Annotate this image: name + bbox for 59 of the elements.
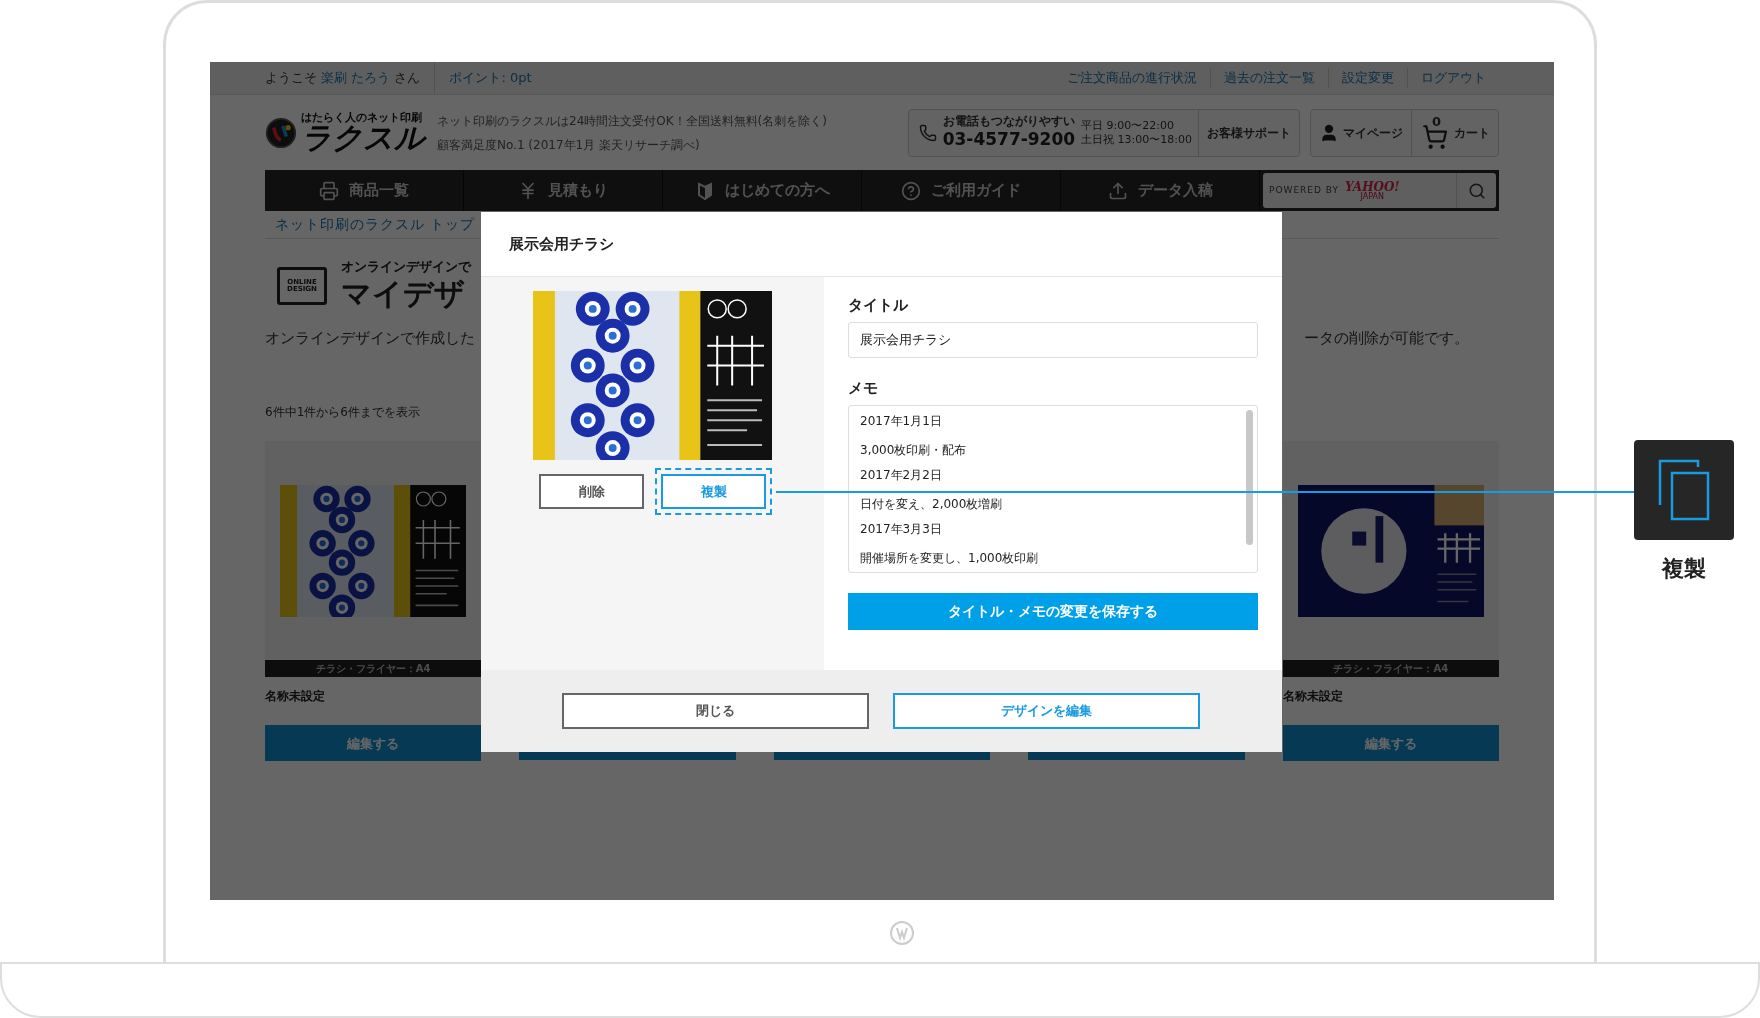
memo-date: 2017年2月2日: [860, 468, 943, 483]
mypage-link[interactable]: マイページ: [1311, 109, 1411, 156]
yahoo-japan-text: JAPAN: [1360, 192, 1385, 201]
title-input[interactable]: 展示会用チラシ: [848, 322, 1258, 358]
logo-wordmark: ラクスル: [301, 123, 425, 153]
edit-button[interactable]: 編集する: [1282, 725, 1499, 762]
scrollbar-thumb[interactable]: [1246, 410, 1253, 545]
logo-tagline: はたらく人のネット印刷: [301, 112, 423, 123]
page-subtitle: オンラインデザインで: [341, 259, 471, 276]
greeting-text: ようこそ 楽刷 たろう さん: [265, 69, 421, 88]
delete-button[interactable]: 削除: [539, 474, 644, 509]
header-notice: 顧客満足度No.1 (2017年1月 楽天リサーチ調べ): [437, 136, 701, 154]
copy-icon: [1658, 459, 1710, 521]
printer-icon: [319, 180, 339, 201]
field-label: メモ: [848, 378, 879, 398]
nav-item[interactable]: 商品一覧: [265, 170, 464, 211]
phone-hours: 平日 9:00〜22:00: [1081, 118, 1175, 133]
memo-textarea[interactable]: 2017年1月1日 3,000枚印刷・配布 2017年2月2日 日付を変え、2,000枚増刷 2017年3月3日 開催場所を変更し、1,000枚印刷: [848, 405, 1258, 573]
design-name: 名称未設定: [1282, 688, 1344, 706]
close-button[interactable]: 閉じる: [562, 693, 869, 729]
laptop-logo-icon: [889, 920, 915, 946]
cart-count: 0: [1432, 112, 1442, 131]
cart-link[interactable]: 0 カート: [1411, 109, 1498, 156]
account-link[interactable]: 設定変更: [1328, 68, 1407, 88]
field-label: タイトル: [848, 295, 909, 315]
edit-design-button[interactable]: デザインを編集: [893, 693, 1200, 729]
nav-item[interactable]: ご利用ガイド: [862, 170, 1061, 211]
nav-item[interactable]: データ入稿: [1061, 170, 1260, 211]
phone-hours: 土日祝 13:00〜18:00: [1081, 132, 1192, 147]
upload-icon: [1107, 180, 1128, 201]
dialog-title: 展示会用チラシ: [509, 233, 614, 255]
user-icon: [1319, 122, 1339, 143]
nav-item[interactable]: 見積もり: [464, 170, 663, 211]
save-button[interactable]: タイトル・メモの変更を保存する: [848, 593, 1258, 630]
memo-text: 開催場所を変更し、1,000枚印刷: [860, 551, 1040, 566]
memo-date: 2017年1月1日: [860, 414, 943, 429]
support-link[interactable]: お客様サポート: [1198, 109, 1299, 156]
memo-text: 3,000枚印刷・配布: [860, 443, 968, 458]
phone-caption: お電話もつながりやすい: [942, 114, 1076, 130]
description-text: オンラインデザインで作成した: [265, 327, 475, 349]
memo-date: 2017年3月3日: [860, 522, 943, 537]
powered-by-text: POWERED BY: [1269, 183, 1339, 197]
callout-label: 複製: [1660, 555, 1707, 583]
breadcrumb-link[interactable]: ネット印刷のラクスル トップ: [275, 214, 476, 235]
result-count: 6件中1件から6件までを表示: [265, 405, 420, 420]
phone-number: 03-4577-9200: [942, 129, 1076, 151]
account-link[interactable]: ご注文商品の進行状況: [1054, 68, 1210, 88]
points-link[interactable]: ポイント: 0pt: [449, 68, 532, 88]
edit-button[interactable]: 編集する: [265, 725, 482, 762]
phone-icon: [918, 123, 937, 142]
description-text: ータの削除が可能です。: [1304, 327, 1469, 349]
page-title: マイデザ: [341, 275, 466, 313]
nav-item[interactable]: はじめての方へ: [663, 170, 862, 211]
design-name: 名称未設定: [265, 688, 326, 706]
yahoo-logo-text: YAHOO!: [1345, 180, 1400, 193]
memo-text: 日付を変え、2,000枚増刷: [860, 497, 1004, 512]
account-link[interactable]: ログアウト: [1407, 68, 1499, 88]
search-icon: [1467, 181, 1486, 200]
help-icon: [901, 180, 921, 201]
